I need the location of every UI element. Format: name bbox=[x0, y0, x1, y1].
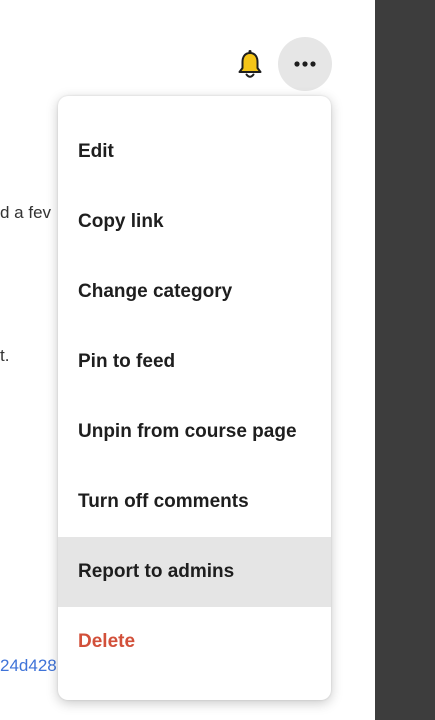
more-horizontal-icon bbox=[294, 61, 316, 67]
bell-icon[interactable] bbox=[236, 48, 264, 80]
menu-item-change-category[interactable]: Change category bbox=[58, 257, 331, 327]
menu-item-unpin-from-course-page[interactable]: Unpin from course page bbox=[58, 397, 331, 467]
menu-item-turn-off-comments[interactable]: Turn off comments bbox=[58, 467, 331, 537]
menu-item-pin-to-feed[interactable]: Pin to feed bbox=[58, 327, 331, 397]
side-panel bbox=[375, 0, 435, 720]
more-options-button[interactable] bbox=[278, 37, 332, 91]
background-post-text: t. bbox=[0, 346, 10, 365]
background-post-text: d a fev bbox=[0, 203, 52, 222]
menu-item-edit[interactable]: Edit bbox=[58, 117, 331, 187]
menu-item-delete[interactable]: Delete bbox=[58, 607, 331, 677]
options-menu: Edit Copy link Change category Pin to fe… bbox=[58, 96, 331, 700]
menu-item-copy-link[interactable]: Copy link bbox=[58, 187, 331, 257]
menu-item-report-to-admins[interactable]: Report to admins bbox=[58, 537, 331, 607]
background-link-text[interactable]: 24d428 bbox=[0, 656, 57, 676]
